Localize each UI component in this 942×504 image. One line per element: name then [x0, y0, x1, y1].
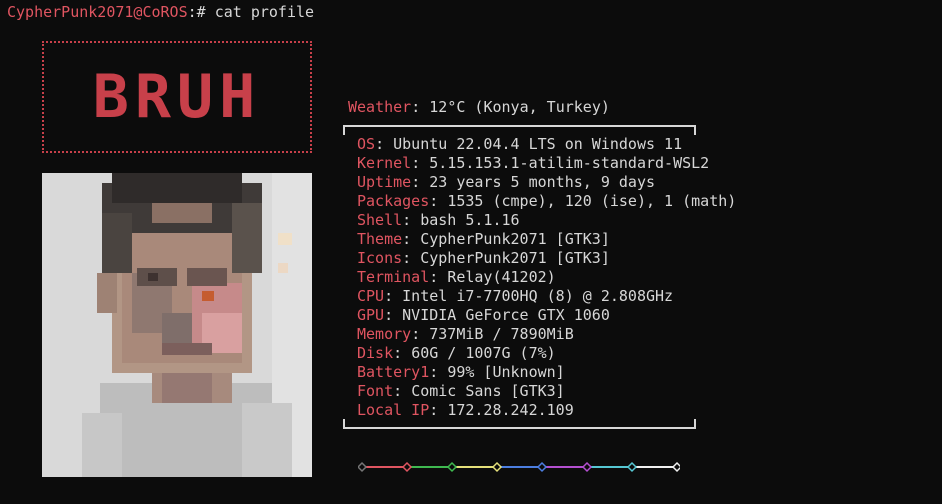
info-label: Battery1 — [357, 363, 430, 381]
info-row: GPU: NVIDIA GeForce GTX 1060 — [357, 306, 736, 325]
info-label: OS — [357, 135, 376, 153]
info-value: bash 5.1.16 — [420, 211, 520, 229]
info-label: CPU — [357, 287, 385, 305]
info-label: Memory — [357, 325, 412, 343]
palette-diamond-icon — [446, 461, 458, 473]
info-value: Comic Sans [GTK3] — [411, 382, 565, 400]
info-label: Packages — [357, 192, 430, 210]
info-value: 1535 (cmpe), 120 (ise), 1 (math) — [447, 192, 737, 210]
info-value: Ubuntu 22.04.4 LTS on Windows 11 — [393, 135, 683, 153]
palette-diamond-icon — [358, 461, 368, 473]
info-separator: : — [429, 363, 448, 381]
weather-value: 12°C (Konya, Turkey) — [429, 98, 610, 116]
palette-diamond-icon — [491, 461, 503, 473]
system-info-list: OS: Ubuntu 22.04.4 LTS on Windows 11 Kern… — [357, 135, 736, 420]
info-row: Kernel: 5.15.153.1-atilim-standard-WSL2 — [357, 154, 736, 173]
info-separator: : — [411, 173, 430, 191]
info-label: Local IP — [357, 401, 430, 419]
info-value: NVIDIA GeForce GTX 1060 — [402, 306, 610, 324]
weather-separator: : — [411, 98, 430, 116]
info-row: Uptime: 23 years 5 months, 9 days — [357, 173, 736, 192]
info-separator: : — [384, 287, 403, 305]
info-box-top-right-tick — [694, 125, 696, 135]
info-label: Kernel — [357, 154, 412, 172]
prompt-command: cat profile — [214, 3, 315, 21]
info-separator: : — [429, 192, 448, 210]
info-row: OS: Ubuntu 22.04.4 LTS on Windows 11 — [357, 135, 736, 154]
color-palette — [358, 461, 680, 473]
info-value: 23 years 5 months, 9 days — [429, 173, 656, 191]
info-row: Packages: 1535 (cmpe), 120 (ise), 1 (mat… — [357, 192, 736, 211]
info-value: Intel i7-7700HQ (8) @ 2.808GHz — [402, 287, 674, 305]
info-label: Theme — [357, 230, 403, 248]
info-value: 5.15.153.1-atilim-standard-WSL2 — [429, 154, 710, 172]
info-value: CypherPunk2071 [GTK3] — [420, 249, 610, 267]
info-value: 172.28.242.109 — [447, 401, 574, 419]
info-separator: : — [393, 344, 412, 362]
banner-text: BRUH — [56, 59, 298, 135]
info-label: Icons — [357, 249, 403, 267]
info-value: 60G / 1007G (7%) — [411, 344, 556, 362]
info-separator: : — [411, 325, 430, 343]
palette-diamond-icon — [626, 461, 638, 473]
portrait-art — [42, 173, 312, 477]
info-separator: : — [402, 230, 421, 248]
info-separator: : — [393, 382, 412, 400]
info-separator: : — [411, 154, 430, 172]
info-label: Disk — [357, 344, 394, 362]
info-row: Shell: bash 5.1.16 — [357, 211, 736, 230]
info-label: Font — [357, 382, 394, 400]
info-value: 737MiB / 7890MiB — [429, 325, 574, 343]
palette-diamond-icon — [581, 461, 593, 473]
info-row: Font: Comic Sans [GTK3] — [357, 382, 736, 401]
palette-diamond-icon — [536, 461, 548, 473]
ascii-banner: BRUH — [42, 41, 312, 153]
info-value: Relay(41202) — [447, 268, 556, 286]
terminal-prompt: CypherPunk2071@CoROS:# cat profile — [7, 3, 314, 21]
info-label: Terminal — [357, 268, 430, 286]
info-value: CypherPunk2071 [GTK3] — [420, 230, 610, 248]
info-row: Memory: 737MiB / 7890MiB — [357, 325, 736, 344]
info-row: Icons: CypherPunk2071 [GTK3] — [357, 249, 736, 268]
info-label: GPU — [357, 306, 385, 324]
info-box-bottom-right-tick — [694, 419, 696, 429]
info-separator: : — [384, 306, 403, 324]
palette-diamond-icon — [401, 461, 413, 473]
info-row: Local IP: 172.28.242.109 — [357, 401, 736, 420]
weather-line: Weather: 12°C (Konya, Turkey) — [348, 98, 610, 117]
prompt-symbol: :# — [187, 3, 215, 21]
info-box-bottom-left-tick — [343, 419, 345, 429]
info-separator: : — [402, 211, 421, 229]
info-box-top-left-tick — [343, 125, 345, 135]
info-label: Shell — [357, 211, 403, 229]
info-value: 99% [Unknown] — [447, 363, 565, 381]
info-separator: : — [429, 268, 448, 286]
info-box-bottom-line — [343, 427, 696, 429]
info-separator: : — [375, 135, 394, 153]
info-row: Disk: 60G / 1007G (7%) — [357, 344, 736, 363]
pixel-portrait-image — [42, 173, 312, 477]
info-separator: : — [429, 401, 448, 419]
palette-diamond-icon — [671, 461, 680, 473]
info-label: Uptime — [357, 173, 412, 191]
info-box-top-line — [343, 125, 696, 127]
info-separator: : — [402, 249, 421, 267]
weather-label: Weather — [348, 98, 412, 116]
info-row: Battery1: 99% [Unknown] — [357, 363, 736, 382]
prompt-user: CypherPunk2071@CoROS — [7, 3, 188, 21]
info-row: Terminal: Relay(41202) — [357, 268, 736, 287]
info-row: Theme: CypherPunk2071 [GTK3] — [357, 230, 736, 249]
info-row: CPU: Intel i7-7700HQ (8) @ 2.808GHz — [357, 287, 736, 306]
